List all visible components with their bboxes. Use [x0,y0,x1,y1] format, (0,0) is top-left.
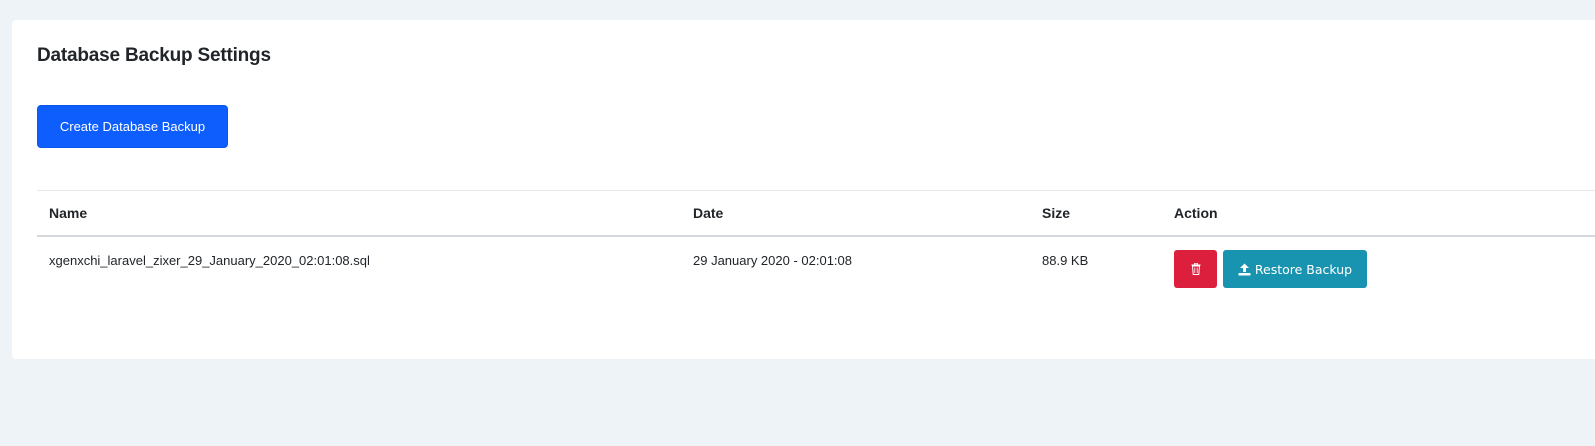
backup-date-cell: 29 January 2020 - 02:01:08 [693,253,853,268]
row-actions: Restore Backup [1174,250,1583,288]
table-row: xgenxchi_laravel_zixer_29_January_2020_0… [37,236,1595,292]
table-header-row: Name Date Size Action [37,190,1595,237]
trash-icon [1191,263,1201,275]
backups-table: Name Date Size Action xgenxchi_laravel_z… [37,190,1595,292]
column-header-size: Size [1030,190,1162,237]
delete-backup-button[interactable] [1174,250,1217,288]
page-title: Database Backup Settings [37,45,271,66]
restore-backup-button[interactable]: Restore Backup [1223,250,1367,288]
column-header-action: Action [1162,190,1595,237]
backup-settings-card: Database Backup Settings Create Database… [12,20,1595,359]
create-backup-button[interactable]: Create Database Backup [37,105,228,148]
restore-backup-label: Restore Backup [1254,261,1353,277]
backups-table-container: Name Date Size Action xgenxchi_laravel_z… [37,190,1595,292]
upload-icon [1238,263,1251,276]
backup-size-cell: 88.9 KB [1042,253,1089,268]
column-header-date: Date [681,190,1030,237]
column-header-name: Name [37,190,681,237]
backup-action-cell: Restore Backup [1162,236,1595,292]
backup-name-cell: xgenxchi_laravel_zixer_29_January_2020_0… [49,253,370,268]
